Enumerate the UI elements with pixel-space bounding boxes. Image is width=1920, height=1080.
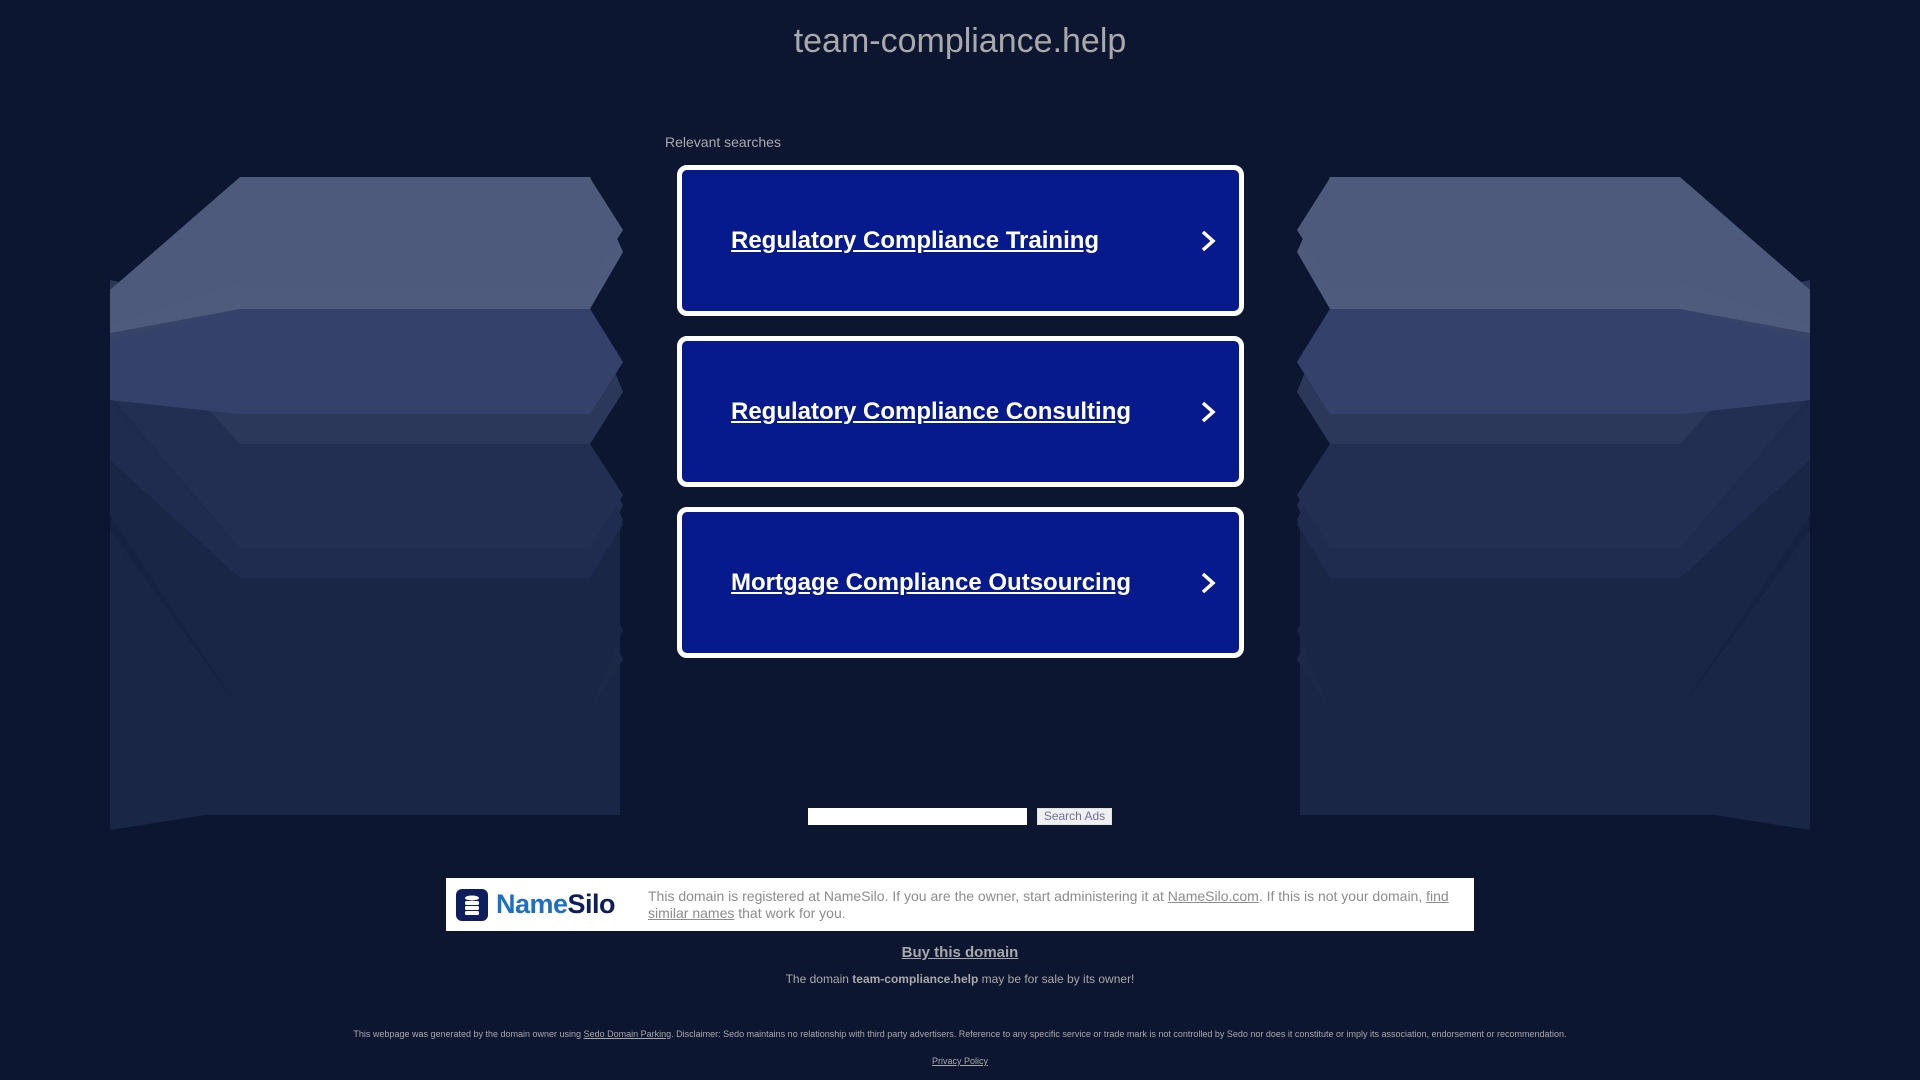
search-ads-button[interactable]: Search Ads — [1036, 808, 1113, 825]
registrar-text-end: that work for you. — [734, 904, 846, 921]
left-decoration — [110, 177, 623, 830]
right-decoration — [1297, 177, 1810, 830]
search-link-regulatory-compliance-consulting[interactable]: Regulatory Compliance Consulting — [677, 336, 1244, 487]
chevron-right-icon — [1197, 568, 1219, 598]
privacy-policy-link[interactable]: Privacy Policy — [932, 1056, 988, 1066]
registrar-text-middle: . If this is not your domain, — [1258, 887, 1427, 904]
chevron-right-icon — [1197, 226, 1219, 256]
chevron-right-icon — [1197, 397, 1219, 427]
registrar-notice: This domain is registered at NameSilo. I… — [648, 888, 1458, 922]
privacy-footer: Privacy Policy — [0, 1056, 1920, 1066]
page-title: team-compliance.help — [793, 22, 1127, 60]
search-link-mortgage-compliance-outsourcing[interactable]: Mortgage Compliance Outsourcing — [677, 507, 1244, 658]
search-link-label: Regulatory Compliance Training — [731, 226, 1100, 254]
buy-domain-link[interactable]: Buy this domain — [0, 944, 1920, 961]
logo-text-name: Name — [496, 889, 568, 919]
search-input[interactable] — [807, 808, 1027, 825]
namesilo-logo[interactable]: NameSilo — [446, 888, 636, 921]
sedo-domain-parking-link[interactable]: Sedo Domain Parking — [584, 1029, 672, 1039]
for-sale-suffix: may be for sale by its owner! — [978, 972, 1135, 986]
relevant-searches-list: Regulatory Compliance Training Regulator… — [677, 165, 1244, 678]
logo-text-silo: Silo — [567, 889, 616, 919]
for-sale-domain: team-compliance.help — [852, 972, 979, 986]
relevant-searches-label: Relevant searches — [665, 134, 781, 150]
registrar-text-start: This domain is registered at NameSilo. I… — [648, 887, 1168, 904]
disclaimer-suffix: . Disclaimer: Sedo maintains no relation… — [671, 1029, 1567, 1039]
namesilo-link[interactable]: NameSilo.com — [1168, 888, 1259, 904]
disclaimer-prefix: This webpage was generated by the domain… — [353, 1029, 584, 1039]
search-link-label: Mortgage Compliance Outsourcing — [731, 568, 1132, 596]
registrar-banner: NameSilo This domain is registered at Na… — [446, 878, 1474, 931]
search-link-label: Regulatory Compliance Consulting — [731, 397, 1132, 425]
disclaimer: This webpage was generated by the domain… — [0, 1029, 1920, 1039]
search-link-regulatory-compliance-training[interactable]: Regulatory Compliance Training — [677, 165, 1244, 316]
for-sale-notice: The domain team-compliance.help may be f… — [0, 972, 1920, 986]
for-sale-prefix: The domain — [785, 972, 853, 986]
namesilo-logo-icon — [456, 888, 488, 921]
namesilo-logo-text: NameSilo — [496, 889, 616, 920]
search-form: Search Ads — [0, 808, 1920, 825]
